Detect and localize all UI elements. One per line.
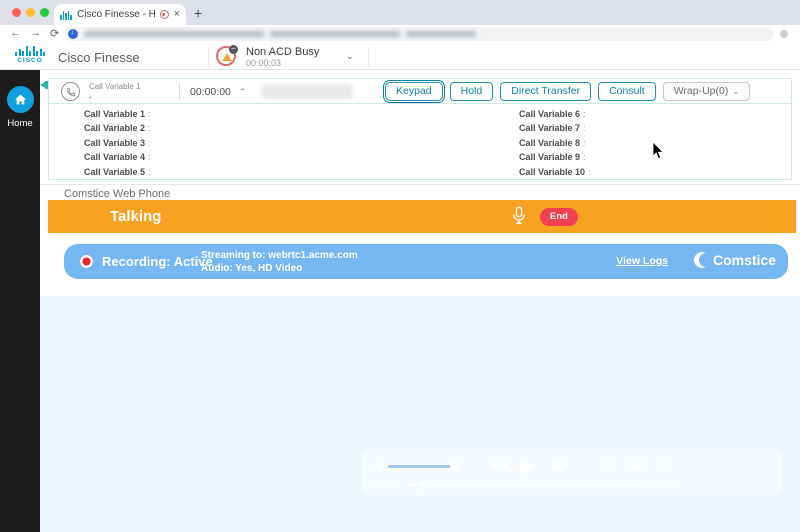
call-variables-left-column: Call Variable 1: Call Variable 2: Call V… [84,109,151,181]
cisco-logo-icon: CISCO [12,45,48,64]
call-variable-header-label: Call Variable 1 [89,82,141,91]
call-control-bar: Call Variable 1 - 00:00:00 ⌃ Keypad Hold… [48,78,792,104]
call-variable-header-value: - [89,92,92,102]
elapsed-time: 00:05 [374,479,401,491]
forward-icon[interactable]: → [30,27,41,39]
chevron-up-icon[interactable]: ⌃ [239,87,247,96]
call-variable-row: Call Variable 4: [84,152,151,163]
call-icon [61,82,80,101]
address-bar[interactable] [64,27,774,41]
display-icon[interactable] [600,460,614,470]
call-variable-row: Call Variable 3: [84,137,151,148]
not-ready-state-icon: – [216,45,238,66]
header-divider [368,47,369,66]
audio-info: Audio: Yes, HD Video [201,263,303,274]
comstice-brand-name: Comstice [712,252,776,268]
mute-microphone-button[interactable] [511,206,527,231]
call-variable-row: Call Variable 1: [84,109,151,119]
call-timer: 00:00:00 [190,86,231,98]
call-status-bar: Talking End [48,200,796,233]
video-player-overlay: ◀◀ ▶ ▶▶ » 00:05 01:08 [362,448,782,496]
browser-extension-icon[interactable] [780,30,788,38]
progress-bar[interactable] [430,484,646,486]
webphone-gadget-title: Comstice Web Phone [64,188,171,200]
agent-state-label: Non ACD Busy [246,46,320,58]
recording-details: Streaming to: webrtc1.acme.com Audio: Ye… [201,249,358,275]
call-variable-row: Call Variable 8: [519,137,586,148]
browser-toolbar: ← → ⟳ [0,25,800,43]
view-logs-link[interactable]: View Logs [616,255,668,267]
section-divider [40,184,800,185]
wrapup-label: Wrap-Up(0) [673,85,729,97]
traffic-light-minimize-icon[interactable] [26,8,35,17]
recording-banner: Recording: Active Streaming to: webrtc1.… [64,244,788,279]
app-title: Cisco Finesse [58,50,140,65]
recording-status: Recording: Active [102,254,213,269]
finesse-header: CISCO Cisco Finesse – Non ACD Busy 00:00… [0,43,800,70]
call-variable-row: Call Variable 2: [84,123,151,134]
duration-time: 01:08 [652,479,679,491]
call-variable-row: Call Variable 5: [84,166,151,177]
agent-state-dropdown[interactable]: – Non ACD Busy 00:00:03 [216,45,336,68]
call-variable-row: Call Variable 7: [519,123,586,134]
end-call-button[interactable]: End [540,208,578,226]
new-tab-button[interactable]: + [194,5,202,21]
left-sidebar: Home [0,70,40,532]
tab-recording-icon [159,10,169,19]
divider [179,83,180,100]
volume-slider-knob[interactable] [450,461,459,470]
chevron-down-icon[interactable]: ⌄ [346,51,354,62]
site-info-icon[interactable] [68,29,78,39]
hold-button[interactable]: Hold [449,82,494,101]
chevron-down-icon: ⌄ [732,87,740,96]
redacted-url [270,31,400,37]
redacted-caller-info [261,84,353,99]
sidebar-item-home[interactable]: Home [0,86,40,129]
rewind-icon[interactable]: ◀◀ [490,458,507,471]
volume-icon[interactable] [374,461,382,471]
browser-tab-strip: Cisco Finesse - Home × + [0,0,800,25]
mouse-cursor [652,142,664,160]
page-lower-background [40,296,800,532]
picture-in-picture-icon[interactable] [628,460,642,470]
call-status-label: Talking [110,208,162,225]
call-variables-panel: Call Variable 1: Call Variable 2: Call V… [48,103,792,180]
fast-forward-icon[interactable]: ▶▶ [552,458,567,471]
redacted-url [406,31,476,37]
call-variable-row: Call Variable 9: [519,152,586,163]
volume-slider[interactable] [388,465,454,468]
tab-close-icon[interactable]: × [174,9,180,20]
traffic-light-close-icon[interactable] [12,8,21,17]
cisco-favicon-icon [60,10,72,20]
playhead-handle[interactable] [408,481,424,489]
tab-title: Cisco Finesse - Home [77,9,155,20]
call-variable-row: Call Variable 10: [519,166,591,177]
direct-transfer-button[interactable]: Direct Transfer [500,82,592,101]
recording-dot-icon [80,255,93,268]
minus-badge-icon: – [229,45,238,54]
streaming-target: Streaming to: webrtc1.acme.com [201,250,358,261]
sidebar-item-label: Home [7,118,33,129]
reload-icon[interactable]: ⟳ [50,27,59,40]
comstice-brand: Comstice [693,252,776,268]
more-controls-icon[interactable]: » [662,455,670,471]
play-icon[interactable]: ▶ [520,453,535,478]
call-variable-row: Call Variable 6: [519,109,586,119]
call-variables-right-column: Call Variable 6: Call Variable 7: Call V… [519,109,591,181]
redacted-url [84,31,264,37]
keypad-button[interactable]: Keypad [383,80,445,103]
agent-state-timer: 00:00:03 [246,58,282,68]
comstice-logo-icon [693,252,710,268]
consult-button[interactable]: Consult [598,82,656,101]
header-divider [208,47,209,66]
browser-tab[interactable]: Cisco Finesse - Home × [54,4,186,25]
screen: Cisco Finesse - Home × + ← → ⟳ CISCO Cis… [0,0,800,532]
wrapup-button[interactable]: Wrap-Up(0) ⌄ [662,82,751,101]
home-icon [14,94,26,105]
traffic-light-zoom-icon[interactable] [40,8,49,17]
back-icon[interactable]: ← [10,27,21,39]
